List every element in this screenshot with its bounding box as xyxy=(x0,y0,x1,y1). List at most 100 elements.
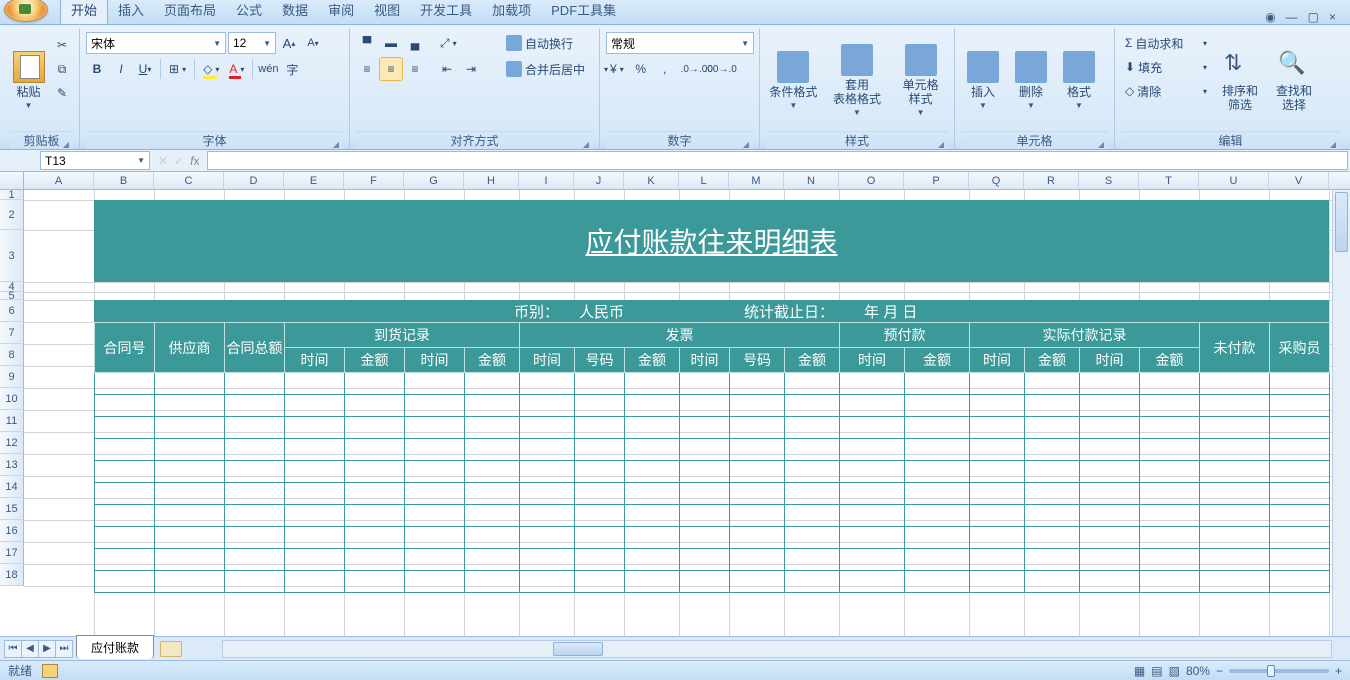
row-header[interactable]: 7 xyxy=(0,322,24,344)
table-cell[interactable] xyxy=(520,439,575,461)
table-cell[interactable] xyxy=(1080,417,1140,439)
table-cell[interactable] xyxy=(1025,527,1080,549)
table-cell[interactable] xyxy=(285,483,345,505)
column-header[interactable]: Q xyxy=(969,172,1024,189)
table-cell[interactable] xyxy=(405,461,465,483)
table-cell[interactable] xyxy=(840,373,905,395)
table-cell[interactable] xyxy=(225,571,285,593)
table-cell[interactable] xyxy=(970,461,1025,483)
border-button[interactable]: ⊞▾ xyxy=(165,58,190,80)
currency-button[interactable]: ¥▾ xyxy=(606,58,628,80)
pinyin-button[interactable]: 字 xyxy=(281,58,303,80)
table-cell[interactable] xyxy=(1080,373,1140,395)
table-cell[interactable] xyxy=(730,527,785,549)
column-header[interactable]: T xyxy=(1139,172,1199,189)
column-header[interactable]: E xyxy=(284,172,344,189)
table-cell[interactable] xyxy=(225,505,285,527)
table-cell[interactable] xyxy=(730,571,785,593)
table-cell[interactable] xyxy=(970,571,1025,593)
table-cell[interactable] xyxy=(520,373,575,395)
row-header[interactable]: 3 xyxy=(0,230,24,282)
table-cell[interactable] xyxy=(345,461,405,483)
table-cell[interactable] xyxy=(1080,461,1140,483)
table-cell[interactable] xyxy=(95,505,155,527)
table-cell[interactable] xyxy=(680,395,730,417)
column-header[interactable]: F xyxy=(344,172,404,189)
insert-cells-button[interactable]: 插入 ▼ xyxy=(961,30,1005,131)
tab-审阅[interactable]: 审阅 xyxy=(318,0,364,24)
table-cell[interactable] xyxy=(840,571,905,593)
italic-button[interactable]: I xyxy=(110,58,132,80)
table-cell[interactable] xyxy=(345,571,405,593)
table-cell[interactable] xyxy=(155,417,225,439)
row-header[interactable]: 1 xyxy=(0,190,24,200)
table-cell[interactable] xyxy=(785,417,840,439)
table-cell[interactable] xyxy=(575,505,625,527)
row-header[interactable]: 9 xyxy=(0,366,24,388)
table-cell[interactable] xyxy=(405,483,465,505)
table-cell[interactable] xyxy=(785,505,840,527)
cut-button[interactable]: ✂ xyxy=(51,34,73,56)
table-cell[interactable] xyxy=(285,549,345,571)
table-cell[interactable] xyxy=(405,373,465,395)
table-cell[interactable] xyxy=(465,549,520,571)
phonetic-button[interactable]: wén xyxy=(257,58,279,80)
table-cell[interactable] xyxy=(680,461,730,483)
vertical-scrollbar[interactable] xyxy=(1332,190,1350,636)
paste-button[interactable]: 粘贴 ▼ xyxy=(10,30,47,131)
table-cell[interactable] xyxy=(680,571,730,593)
decrease-font-button[interactable]: A▾ xyxy=(302,32,324,54)
table-cell[interactable] xyxy=(95,373,155,395)
table-cell[interactable] xyxy=(625,571,680,593)
view-pagebreak-icon[interactable]: ▧ xyxy=(1169,664,1180,678)
table-cell[interactable] xyxy=(155,571,225,593)
table-cell[interactable] xyxy=(905,395,970,417)
table-cell[interactable] xyxy=(285,373,345,395)
row-header[interactable]: 16 xyxy=(0,520,24,542)
table-cell[interactable] xyxy=(465,505,520,527)
table-cell[interactable] xyxy=(575,461,625,483)
table-cell[interactable] xyxy=(405,417,465,439)
table-cell[interactable] xyxy=(840,483,905,505)
table-cell[interactable] xyxy=(575,571,625,593)
name-box[interactable]: T13▼ xyxy=(40,151,150,170)
column-header[interactable]: P xyxy=(904,172,969,189)
table-cell[interactable] xyxy=(625,373,680,395)
table-cell[interactable] xyxy=(625,461,680,483)
clear-button[interactable]: ◇ 清除▾ xyxy=(1121,80,1211,102)
table-cell[interactable] xyxy=(285,571,345,593)
table-cell[interactable] xyxy=(1025,373,1080,395)
table-cell[interactable] xyxy=(575,483,625,505)
table-cell[interactable] xyxy=(285,461,345,483)
column-header[interactable]: K xyxy=(624,172,679,189)
tab-数据[interactable]: 数据 xyxy=(272,0,318,24)
delete-cells-button[interactable]: 删除 ▼ xyxy=(1009,30,1053,131)
table-cell[interactable] xyxy=(465,439,520,461)
column-header[interactable]: C xyxy=(154,172,224,189)
row-header[interactable]: 8 xyxy=(0,344,24,366)
tab-加载项[interactable]: 加载项 xyxy=(482,0,541,24)
tab-开始[interactable]: 开始 xyxy=(60,0,108,24)
table-cell[interactable] xyxy=(730,395,785,417)
table-cell[interactable] xyxy=(155,373,225,395)
table-cell[interactable] xyxy=(520,549,575,571)
table-cell[interactable] xyxy=(970,505,1025,527)
table-cell[interactable] xyxy=(575,417,625,439)
table-cell[interactable] xyxy=(575,373,625,395)
table-cell[interactable] xyxy=(1200,439,1270,461)
column-header[interactable]: I xyxy=(519,172,574,189)
select-all-corner[interactable] xyxy=(0,172,24,189)
column-header[interactable]: H xyxy=(464,172,519,189)
table-cell[interactable] xyxy=(465,417,520,439)
column-header[interactable]: R xyxy=(1024,172,1079,189)
last-sheet-button[interactable]: ⏭ xyxy=(55,640,73,658)
row-header[interactable]: 6 xyxy=(0,300,24,322)
table-cell[interactable] xyxy=(1270,461,1330,483)
font-color-button[interactable]: A▾ xyxy=(225,58,248,80)
table-cell[interactable] xyxy=(730,505,785,527)
table-cell[interactable] xyxy=(625,417,680,439)
column-header[interactable]: V xyxy=(1269,172,1329,189)
conditional-format-button[interactable]: 条件格式 ▼ xyxy=(766,30,821,131)
table-cell[interactable] xyxy=(225,483,285,505)
font-size-select[interactable]: 12▼ xyxy=(228,32,276,54)
